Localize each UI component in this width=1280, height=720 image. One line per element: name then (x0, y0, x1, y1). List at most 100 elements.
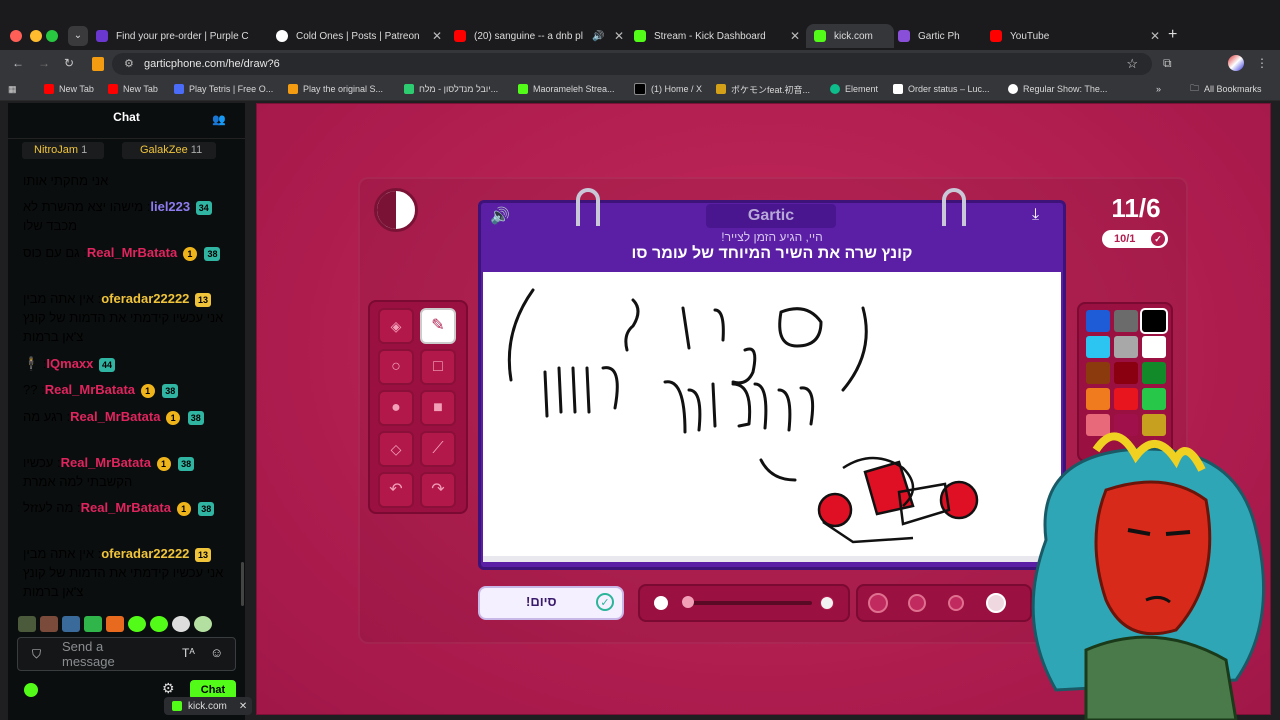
tab-0[interactable]: Find your pre-order | Purple C (96, 24, 268, 48)
bookmark-2[interactable]: Play Tetris | Free O... (174, 82, 273, 96)
close-tab-icon[interactable]: ✕ (1150, 29, 1160, 43)
emote-icon[interactable] (84, 616, 102, 632)
tab-search-button[interactable]: ⌄ (68, 26, 88, 46)
redo-button[interactable]: ↷ (420, 472, 456, 508)
gifter-1[interactable]: GalakZee 11 (122, 142, 216, 159)
profile-avatar[interactable] (1228, 55, 1244, 71)
tab-5[interactable]: Gartic Ph (898, 24, 984, 48)
close-tab-icon[interactable]: ✕ (614, 29, 624, 43)
menu-icon[interactable]: ⋮ (1256, 56, 1268, 70)
ellipse-tool-button[interactable]: ○ (378, 349, 414, 385)
color-swatch[interactable] (1142, 362, 1166, 384)
filled-rectangle-tool-button[interactable]: ■ (420, 390, 456, 426)
emote-icon[interactable] (194, 616, 212, 632)
download-icon[interactable]: ⤓ (1032, 206, 1039, 224)
chat-username[interactable]: liel223 (150, 199, 190, 214)
pencil-tool-button[interactable]: ✎ (420, 308, 456, 344)
new-tab-button[interactable]: + (1168, 26, 1177, 44)
bookmark-1[interactable]: New Tab (108, 82, 158, 96)
color-swatch[interactable] (1142, 336, 1166, 358)
popup-window-tab[interactable]: kick.com ✕ (164, 697, 252, 715)
chat-username[interactable]: IQmaxx (46, 356, 93, 371)
more-bookmarks-icon[interactable]: » (1156, 82, 1161, 96)
bookmark-4[interactable]: יובל מנדלסון - מלח... (404, 82, 498, 96)
emote-icon[interactable] (150, 616, 168, 632)
emote-icon[interactable] (106, 616, 124, 632)
star-icon[interactable]: ☆ (1126, 56, 1138, 72)
extension-icon[interactable] (92, 57, 104, 71)
tab-4[interactable]: kick.com (806, 24, 894, 48)
gifter-0[interactable]: NitroJam 1 (22, 142, 104, 159)
fill-bucket-tool-button[interactable]: ◇ (378, 431, 414, 467)
brush-size-l[interactable] (908, 594, 926, 612)
bookmark-3[interactable]: Play the original S... (288, 82, 383, 96)
rectangle-tool-button[interactable]: □ (420, 349, 456, 385)
bookmark-5[interactable]: Maorameleh Strea... (518, 82, 615, 96)
close-tab-icon[interactable]: ✕ (239, 701, 247, 712)
tab-1[interactable]: Cold Ones | Posts | Patreon ✕ (276, 24, 442, 48)
bookmark-7[interactable]: ポケモンfeat.初音... (716, 82, 810, 96)
bookmark-8[interactable]: Element (830, 82, 878, 96)
drawing-canvas[interactable] (483, 272, 1061, 562)
color-swatch[interactable] (1114, 336, 1138, 358)
emote-icon[interactable] (18, 616, 36, 632)
address-bar[interactable]: ⚙ garticphone.com/he/draw?6 ☆ (112, 53, 1152, 75)
eraser-tool-button[interactable]: ◈ (378, 308, 414, 344)
close-tab-icon[interactable]: ✕ (790, 29, 800, 43)
chat-username[interactable]: Real_MrBatata (45, 382, 135, 397)
opacity-slider-handle[interactable] (682, 596, 694, 608)
chat-username[interactable]: Real_MrBatata (61, 455, 151, 470)
chat-username[interactable]: Real_MrBatata (70, 409, 160, 424)
tab-6[interactable]: YouTube ✕ (990, 24, 1160, 48)
chat-username[interactable]: oferadar22222 (101, 546, 189, 561)
undo-button[interactable]: ↶ (378, 472, 414, 508)
chat-username[interactable]: oferadar22222 (101, 291, 189, 306)
color-swatch[interactable] (1086, 388, 1110, 410)
extensions-puzzle-icon[interactable]: ⧉ (1163, 56, 1172, 71)
users-icon[interactable]: 👥 (212, 113, 226, 126)
sound-speaker-icon[interactable]: 🔊 (490, 206, 510, 226)
bookmark-6[interactable]: (1) Home / X (634, 82, 702, 96)
chat-input[interactable]: ⛉ Send a message Tᴬ ☺ (17, 637, 236, 671)
done-button[interactable]: סיום! ✓ (478, 586, 624, 620)
emote-icon[interactable] (40, 616, 58, 632)
site-info-icon[interactable]: ⚙ (124, 57, 134, 70)
line-tool-button[interactable]: ⟋ (420, 431, 456, 467)
color-swatch[interactable] (1140, 308, 1168, 334)
apps-grid-icon[interactable]: ▦ (8, 82, 17, 96)
color-swatch[interactable] (1114, 310, 1138, 332)
brush-size-m[interactable] (948, 595, 964, 611)
maximize-window-button[interactable] (46, 30, 58, 42)
bookmark-9[interactable]: Order status – Luc... (893, 82, 990, 96)
close-window-button[interactable] (10, 30, 22, 42)
brush-size-s-selected[interactable] (986, 593, 1006, 613)
shield-icon[interactable]: ⛉ (32, 647, 41, 662)
color-swatch[interactable] (1086, 362, 1110, 384)
emote-icon[interactable] (128, 616, 146, 632)
emoji-icon[interactable]: ☺ (210, 645, 223, 660)
minimize-window-button[interactable] (30, 30, 42, 42)
close-tab-icon[interactable]: ✕ (432, 29, 442, 43)
tab-2[interactable]: (20) sanguine -- a dnb pl 🔊 ✕ (454, 24, 624, 48)
color-swatch[interactable] (1114, 362, 1138, 384)
color-swatch[interactable] (1114, 388, 1138, 410)
translate-icon[interactable]: Tᴬ (182, 646, 195, 660)
color-swatch[interactable] (1142, 388, 1166, 410)
brush-size-xl[interactable] (868, 593, 888, 613)
chat-scrollbar[interactable] (241, 562, 244, 606)
bookmark-10[interactable]: Regular Show: The... (1008, 82, 1107, 96)
color-swatch[interactable] (1086, 310, 1110, 332)
chat-username[interactable]: Real_MrBatata (81, 500, 171, 515)
emote-icon[interactable] (62, 616, 80, 632)
chat-username[interactable]: Real_MrBatata (87, 245, 177, 260)
all-bookmarks-folder[interactable]: 🗀 All Bookmarks (1190, 82, 1262, 96)
tab-3[interactable]: Stream - Kick Dashboard ✕ (634, 24, 800, 48)
speaker-icon[interactable]: 🔊 (592, 31, 604, 42)
color-swatch[interactable] (1086, 336, 1110, 358)
settings-gear-icon[interactable]: ⚙ (162, 680, 175, 697)
forward-button[interactable]: → (38, 56, 50, 70)
reload-button[interactable]: ↻ (64, 56, 74, 70)
opacity-slider-track[interactable] (682, 601, 812, 605)
bookmark-0[interactable]: New Tab (44, 82, 94, 96)
back-button[interactable]: ← (12, 56, 24, 70)
